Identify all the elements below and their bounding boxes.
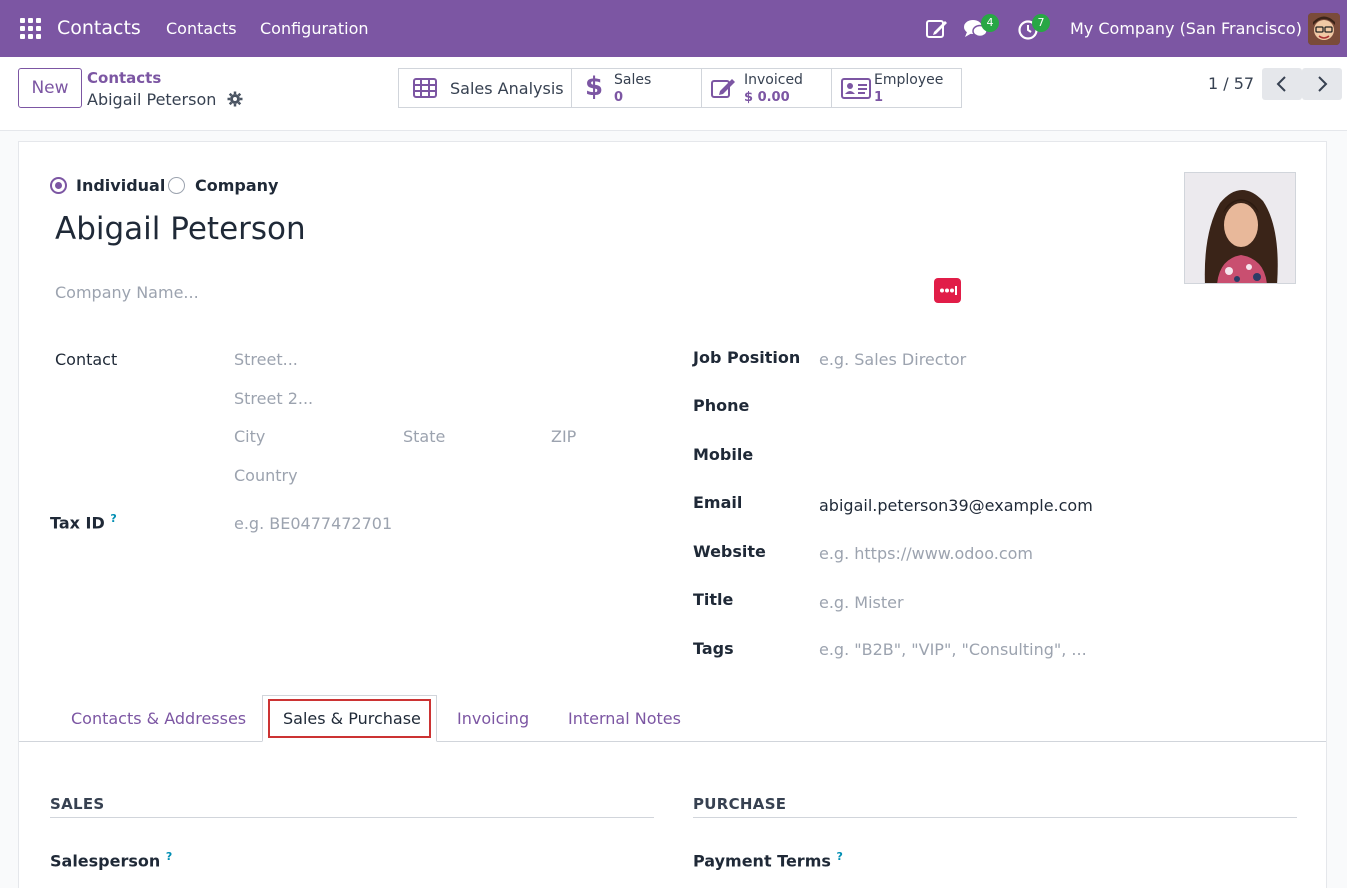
top-navbar: Contacts Contacts Configuration 4 7 My C…: [0, 0, 1347, 57]
tags-label: Tags: [693, 639, 734, 658]
invoiced-stat-button[interactable]: Invoiced $ 0.00: [701, 68, 832, 108]
sales-analysis-label: Sales Analysis: [450, 79, 564, 98]
tab-sales-purchase[interactable]: Sales & Purchase: [283, 709, 421, 728]
payment-terms-label: Payment Terms ?: [693, 850, 843, 870]
purchase-section-title: PURCHASE: [693, 795, 787, 813]
pager-previous-button[interactable]: [1262, 68, 1302, 100]
invoiced-stat-value: $ 0.00: [744, 90, 790, 105]
chevron-right-icon: [1318, 76, 1328, 92]
company-name-input[interactable]: Company Name...: [55, 283, 199, 302]
tax-id-input[interactable]: e.g. BE0477472701: [234, 514, 392, 533]
edit-note-icon[interactable]: [925, 17, 949, 41]
payment-terms-label-text: Payment Terms: [693, 851, 831, 871]
sales-section-rule: [50, 817, 654, 818]
app-title[interactable]: Contacts: [57, 17, 141, 39]
table-grid-icon: [413, 78, 437, 98]
website-label: Website: [693, 542, 766, 561]
country-select[interactable]: Country: [234, 466, 298, 485]
breadcrumb-contacts[interactable]: Contacts: [87, 69, 161, 87]
tab-sales-purchase-active[interactable]: Sales & Purchase: [262, 695, 437, 742]
form-sheet: Individual Company Abigail Peterson Comp…: [18, 141, 1327, 888]
radio-company-label[interactable]: Company: [195, 176, 278, 195]
employee-stat-button[interactable]: Employee 1: [831, 68, 962, 108]
tab-contacts-addresses[interactable]: Contacts & Addresses: [71, 709, 246, 728]
invoiced-stat-label: Invoiced: [744, 72, 803, 88]
new-button[interactable]: New: [18, 68, 82, 108]
user-avatar[interactable]: [1308, 13, 1340, 45]
app-menu-icon[interactable]: [20, 18, 41, 39]
breadcrumb-current: Abigail Peterson: [87, 90, 217, 109]
chevron-left-icon: [1276, 76, 1286, 92]
email-input[interactable]: abigail.peterson39@example.com: [819, 496, 1093, 515]
job-position-input[interactable]: e.g. Sales Director: [819, 350, 966, 369]
messages-badge: 4: [981, 14, 999, 32]
salesperson-label-text: Salesperson: [50, 851, 161, 871]
tax-id-label-text: Tax ID: [50, 513, 105, 533]
mobile-label: Mobile: [693, 445, 754, 464]
tags-input[interactable]: e.g. "B2B", "VIP", "Consulting", ...: [819, 640, 1087, 659]
id-card-icon: [841, 78, 871, 99]
contact-address-label: Contact: [55, 350, 118, 369]
tab-internal-notes[interactable]: Internal Notes: [568, 709, 681, 728]
sales-stat-label: Sales: [614, 72, 652, 88]
company-switcher[interactable]: My Company (San Francisco): [1070, 19, 1302, 38]
tax-id-label: Tax ID ?: [50, 512, 117, 532]
sales-stat-button[interactable]: $ Sales 0: [571, 68, 702, 108]
contact-photo[interactable]: [1184, 172, 1296, 284]
pencil-square-icon: [711, 79, 735, 98]
sales-analysis-button[interactable]: Sales Analysis: [398, 68, 572, 108]
tax-id-help-icon[interactable]: ?: [110, 512, 116, 525]
menu-configuration[interactable]: Configuration: [260, 19, 369, 38]
salesperson-help-icon[interactable]: ?: [166, 850, 172, 863]
zip-input[interactable]: ZIP: [551, 427, 576, 446]
pager-next-button[interactable]: [1302, 68, 1342, 100]
gear-icon[interactable]: [227, 91, 243, 107]
contact-name-input[interactable]: Abigail Peterson: [55, 211, 306, 247]
website-input[interactable]: e.g. https://www.odoo.com: [819, 544, 1033, 563]
employee-stat-value: 1: [874, 90, 884, 105]
tab-invoicing[interactable]: Invoicing: [457, 709, 529, 728]
dollar-icon: $: [585, 72, 604, 102]
sales-stat-value: 0: [614, 90, 624, 105]
payment-terms-help-icon[interactable]: ?: [836, 850, 842, 863]
password-manager-icon[interactable]: [934, 278, 961, 303]
tabs-divider: [19, 741, 1326, 742]
employee-stat-label: Employee: [874, 72, 944, 88]
pager-value[interactable]: 1 / 57: [1208, 74, 1254, 93]
street2-input[interactable]: Street 2...: [234, 389, 313, 408]
job-position-label: Job Position: [693, 348, 801, 367]
sales-section-title: SALES: [50, 795, 105, 813]
city-input[interactable]: City: [234, 427, 265, 446]
radio-individual-label[interactable]: Individual: [76, 176, 165, 195]
state-select[interactable]: State: [403, 427, 445, 446]
email-label: Email: [693, 493, 743, 512]
title-select[interactable]: e.g. Mister: [819, 593, 904, 612]
radio-individual[interactable]: [50, 177, 67, 194]
control-panel: New Contacts Abigail Peterson Sales Anal…: [0, 57, 1347, 131]
menu-contacts[interactable]: Contacts: [166, 19, 237, 38]
title-label: Title: [693, 590, 734, 609]
street-input[interactable]: Street...: [234, 350, 298, 369]
radio-company[interactable]: [168, 177, 185, 194]
purchase-section-rule: [693, 817, 1297, 818]
phone-label: Phone: [693, 396, 750, 415]
activities-badge: 7: [1032, 14, 1050, 32]
salesperson-label: Salesperson ?: [50, 850, 172, 870]
